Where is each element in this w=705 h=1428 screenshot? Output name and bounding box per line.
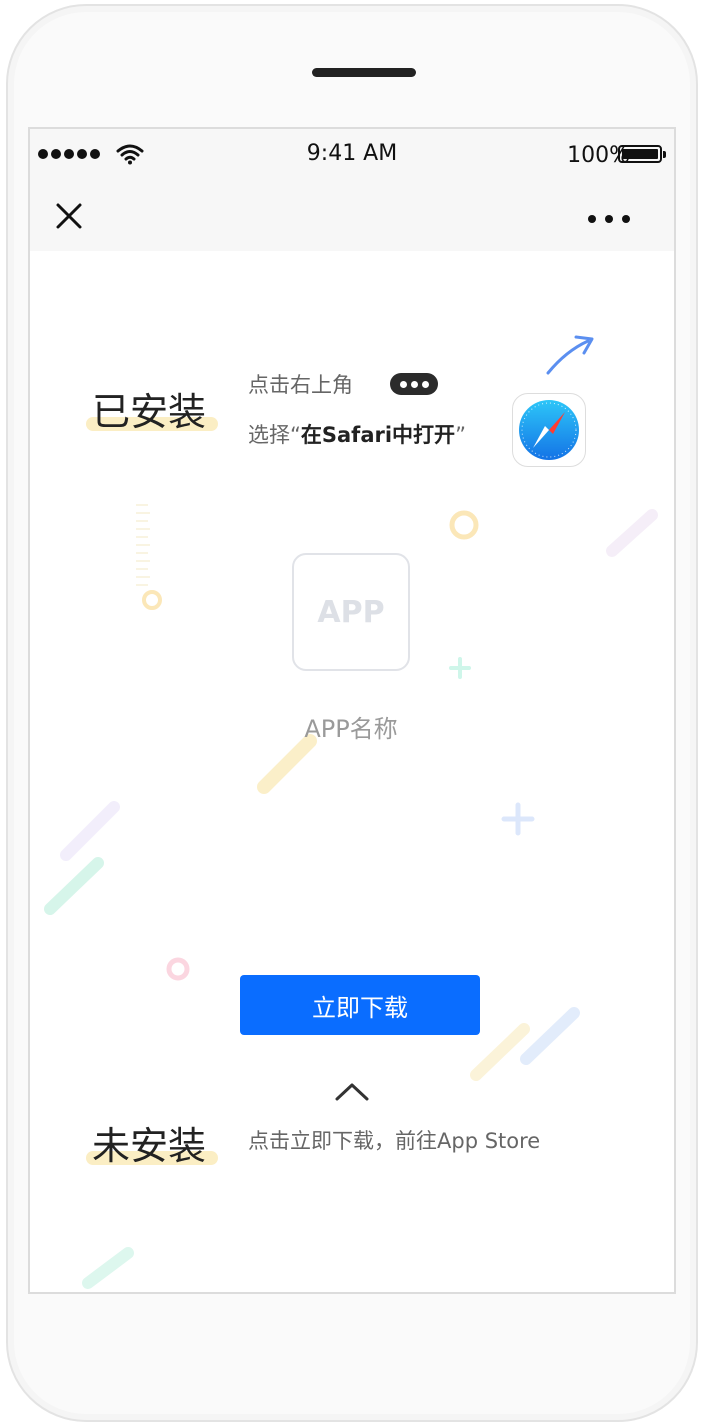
installed-hint-line1: 点击右上角	[248, 373, 353, 397]
app-icon: APP	[292, 553, 410, 671]
app-name: APP名称	[304, 715, 398, 743]
installed-title: 已安装	[92, 390, 207, 434]
screen: 9:41 AM 100% 已安装 点击右上角 选择“在Safari中打开” AP…	[28, 127, 676, 1294]
phone-speaker	[312, 68, 416, 77]
download-button[interactable]: 立即下载	[240, 975, 480, 1035]
safari-icon	[512, 393, 586, 467]
more-dots-icon	[390, 373, 438, 395]
chevron-up-icon[interactable]	[334, 1081, 370, 1103]
installed-hint-line2: 选择“在Safari中打开”	[248, 423, 466, 447]
safari-open-label: 在Safari中打开	[300, 423, 456, 447]
not-installed-title: 未安装	[92, 1124, 207, 1168]
not-installed-hint: 点击立即下载，前往App Store	[248, 1129, 541, 1153]
